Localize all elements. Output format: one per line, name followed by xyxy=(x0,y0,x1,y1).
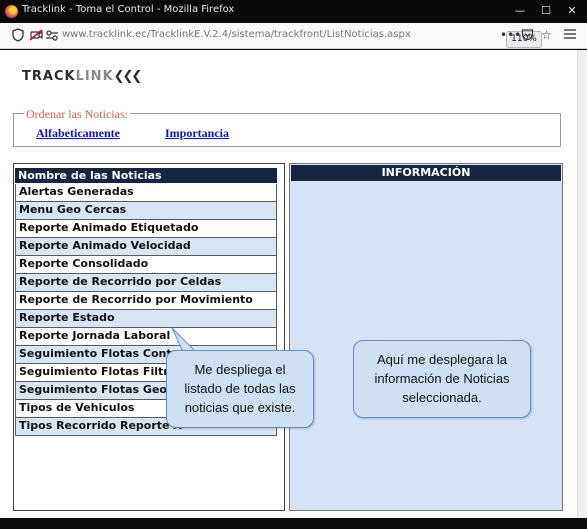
camera-blocked-icon[interactable] xyxy=(28,28,43,43)
page-content: TRACKLINK❮❮❮ Ordenar las Noticias: Alfab… xyxy=(0,50,577,518)
logo-text-link: LINK xyxy=(75,69,114,84)
firefox-icon xyxy=(5,5,18,18)
star-icon[interactable]: ☆ xyxy=(539,28,554,43)
tracklink-logo: TRACKLINK❮❮❮ xyxy=(22,69,143,84)
list-item[interactable]: Reporte Jornada Laboral xyxy=(15,328,277,346)
shield-icon[interactable] xyxy=(10,28,25,43)
window-title: Tracklink - Toma el Control - Mozilla Fi… xyxy=(22,4,235,15)
maximize-button[interactable]: ☐ xyxy=(534,0,558,22)
info-header: INFORMACIÓN xyxy=(291,165,561,181)
list-item[interactable]: Menu Geo Cercas xyxy=(15,202,277,220)
list-item[interactable]: Reporte Consolidado xyxy=(15,256,277,274)
navigation-bar: www.tracklink.ec/TracklinkE.V.2.4/sistem… xyxy=(0,23,587,49)
browser-window: Tracklink - Toma el Control - Mozilla Fi… xyxy=(0,0,587,529)
permissions-icon[interactable] xyxy=(44,28,59,43)
vertical-scrollbar[interactable] xyxy=(577,50,587,518)
info-panel: INFORMACIÓN xyxy=(289,163,563,511)
logo-text-track: TRACK xyxy=(22,69,76,84)
more-icon[interactable]: ••• xyxy=(500,28,521,43)
news-list-panel: Nombre de las Noticias Alertas Generadas… xyxy=(13,163,285,511)
callout-line: listado de todas las xyxy=(184,381,296,396)
callout-line: Me despliega el xyxy=(194,362,286,377)
callout-line: noticias que existe. xyxy=(184,400,296,415)
menu-icon[interactable] xyxy=(562,28,577,43)
url-text[interactable]: www.tracklink.ec/TracklinkE.V.2.4/sistem… xyxy=(62,29,411,40)
list-item[interactable]: Reporte de Recorrido por Celdas xyxy=(15,274,277,292)
callout-line: seleccionada. xyxy=(402,390,482,405)
sort-alphabetic-link[interactable]: Alfabeticamente xyxy=(36,126,120,141)
close-button[interactable]: ✕ xyxy=(560,0,584,22)
list-item[interactable]: Reporte de Recorrido por Movimiento xyxy=(15,292,277,310)
list-item[interactable]: Reporte Estado xyxy=(15,310,277,328)
list-item[interactable]: Alertas Generadas xyxy=(15,184,277,202)
list-item[interactable]: Reporte Animado Etiquetado xyxy=(15,220,277,238)
address-bar[interactable]: www.tracklink.ec/TracklinkE.V.2.4/sistem… xyxy=(58,27,542,48)
logo-chevrons: ❮❮❮ xyxy=(113,69,143,84)
sort-legend: Ordenar las Noticias: xyxy=(24,107,130,122)
list-item[interactable]: Reporte Animado Velocidad xyxy=(15,238,277,256)
news-list-header: Nombre de las Noticias xyxy=(15,168,277,183)
callout-line: información de Noticias xyxy=(374,371,510,386)
title-bar: Tracklink - Toma el Control - Mozilla Fi… xyxy=(0,0,587,23)
callout-info-note: Aquí me desplegara la información de Not… xyxy=(353,340,531,418)
minimize-button[interactable]: — xyxy=(508,0,532,22)
callout-list-note: Me despliega el listado de todas las not… xyxy=(166,350,314,428)
pocket-icon[interactable] xyxy=(520,28,535,43)
callout-line: Aquí me desplegara la xyxy=(376,352,508,367)
sort-importance-link[interactable]: Importancia xyxy=(165,126,229,141)
